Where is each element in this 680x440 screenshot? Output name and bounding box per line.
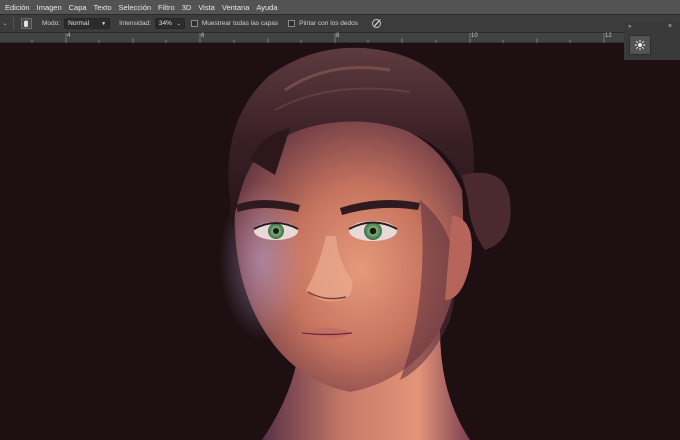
ruler-label: 6 [201, 33, 205, 39]
ruler-ticks [31, 33, 605, 43]
mode-label: Modo: [42, 20, 61, 27]
intensity-label: Intensidad: [119, 20, 151, 27]
menu-item-texto[interactable]: Texto [90, 3, 115, 12]
panel-header: » [628, 23, 656, 31]
intensity-value: 34% [158, 20, 172, 27]
smudge-finger-icon[interactable] [21, 18, 32, 29]
mode-value: Normal [68, 20, 90, 27]
ruler-label: 12 [605, 33, 612, 39]
chevron-down-icon: ⌄ [176, 20, 181, 27]
portrait-painting [220, 47, 511, 440]
menu-bar: Edición Imagen Capa Texto Selección Filt… [0, 0, 680, 14]
close-panel-icon[interactable]: × [668, 23, 672, 30]
sample-all-layers-checkbox[interactable] [190, 20, 198, 27]
menu-item-ayuda[interactable]: Ayuda [253, 3, 281, 12]
menu-item-ventana[interactable]: Ventana [218, 3, 253, 12]
collapse-panel-icon[interactable]: » [628, 24, 631, 30]
ruler-label: 4 [67, 33, 71, 39]
divider [13, 17, 14, 30]
horizontal-ruler[interactable]: 4 6 8 10 12 [0, 33, 624, 43]
menu-item-seleccion[interactable]: Selección [115, 3, 155, 12]
pressure-pen-icon[interactable] [370, 18, 382, 30]
finger-painting-checkbox[interactable] [288, 20, 296, 27]
menu-item-edicion[interactable]: Edición [0, 3, 33, 12]
ruler-label: 10 [471, 33, 478, 39]
menu-item-3d[interactable]: 3D [178, 3, 195, 12]
menu-item-capa[interactable]: Capa [65, 3, 90, 12]
options-bar: ⌄ Modo: Normal ▼ Intensidad: 34% ⌄ Muest… [0, 14, 680, 33]
sample-all-layers-label: Muestrear todas las capas [201, 20, 279, 27]
ruler-label: 8 [336, 33, 340, 39]
brush-settings-icon[interactable] [629, 35, 651, 55]
finger-painting-label: Pintar con los dedos [299, 20, 359, 27]
menu-item-imagen[interactable]: Imagen [33, 3, 65, 12]
document-canvas[interactable] [0, 43, 680, 440]
intensity-field[interactable]: 34% ⌄ [154, 18, 185, 29]
tool-preset-chevron-icon[interactable]: ⌄ [0, 20, 10, 27]
menu-item-filtro[interactable]: Filtro [155, 3, 179, 12]
menu-item-vista[interactable]: Vista [195, 3, 219, 12]
chevron-down-icon: ▼ [101, 20, 107, 27]
mode-dropdown[interactable]: Normal ▼ [64, 18, 111, 29]
